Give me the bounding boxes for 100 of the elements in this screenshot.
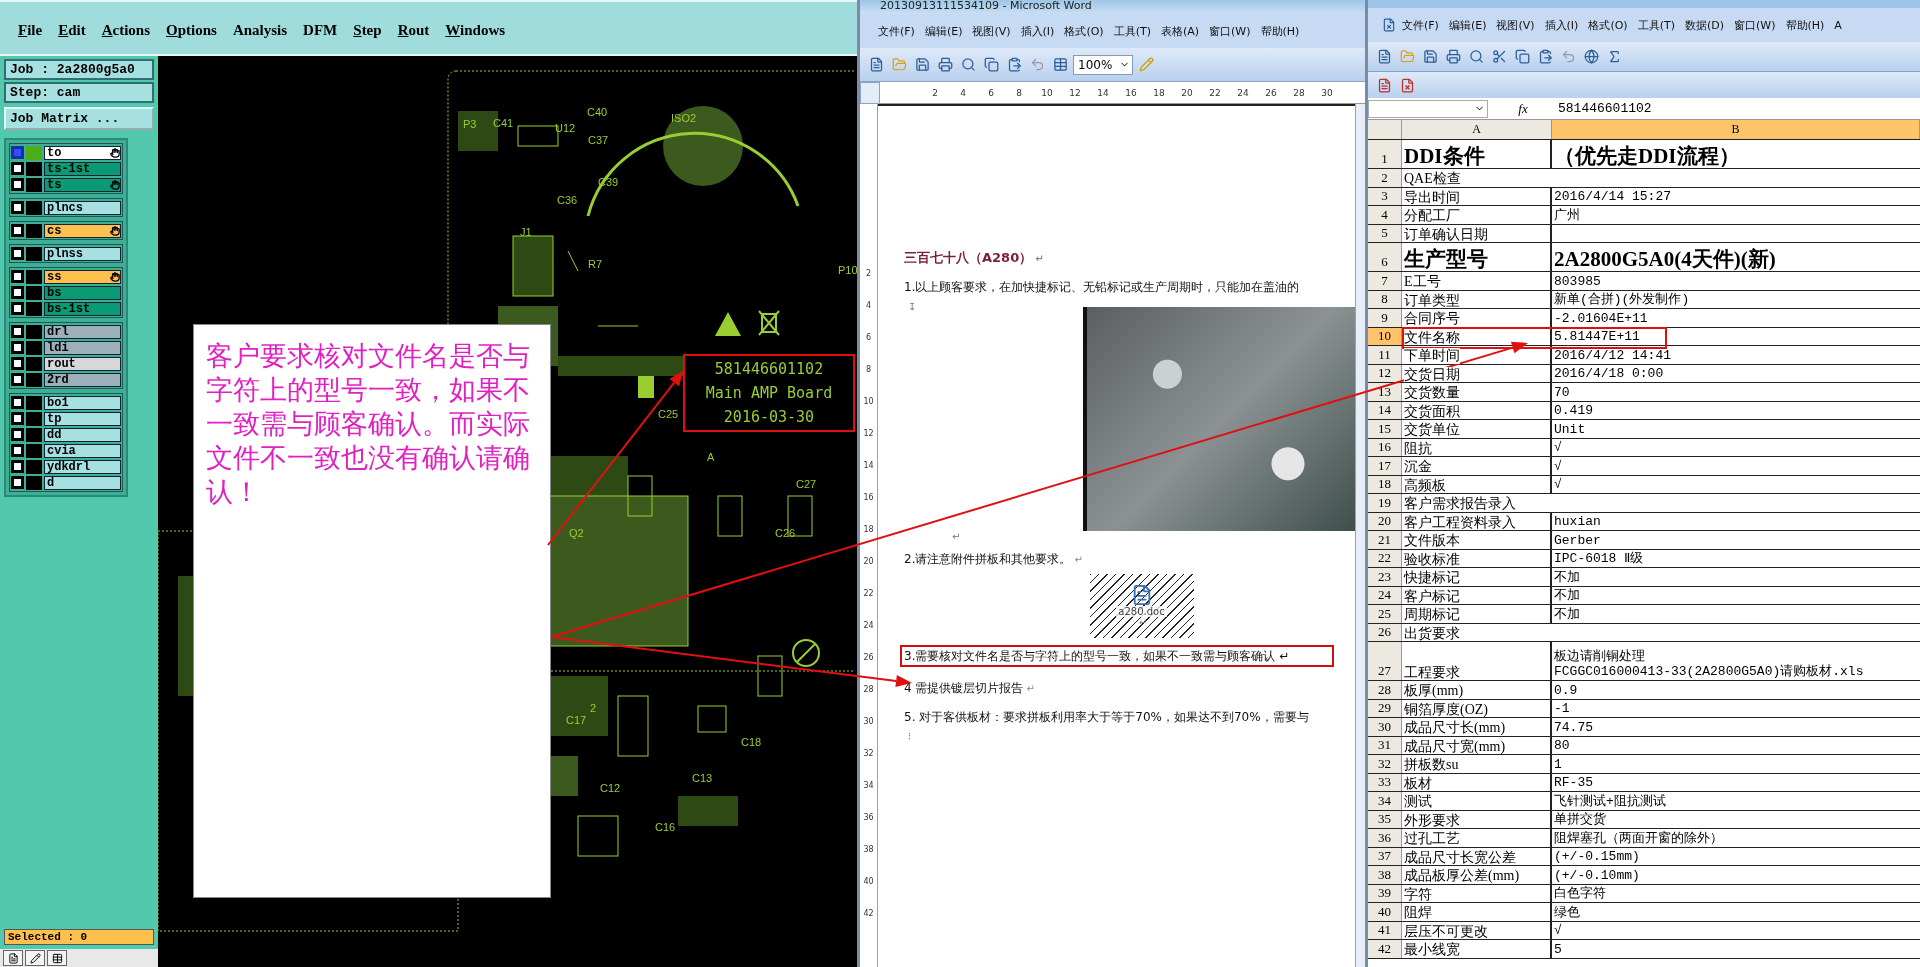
menu-item[interactable]: Step: [345, 21, 390, 39]
menu-item[interactable]: 编辑(E): [1444, 17, 1491, 33]
row-header[interactable]: 36: [1368, 829, 1402, 847]
layer-checkbox[interactable]: [11, 412, 24, 425]
layer-name[interactable]: drl: [44, 324, 121, 339]
layer-name[interactable]: plnss: [44, 246, 121, 261]
row-header[interactable]: 28: [1368, 681, 1402, 699]
menu-item[interactable]: 帮助(H): [1781, 17, 1829, 33]
row-header[interactable]: 25: [1368, 605, 1402, 623]
row-header[interactable]: 2: [1368, 169, 1402, 187]
menu-item[interactable]: 格式(O): [1584, 17, 1632, 33]
layer-checkbox[interactable]: [11, 224, 24, 237]
menu-item[interactable]: 帮助(H): [1256, 23, 1304, 39]
layer-checkbox[interactable]: [11, 247, 24, 260]
scroll-bar[interactable]: [1355, 104, 1365, 967]
menu-item[interactable]: DFM: [295, 21, 346, 39]
menu-item[interactable]: 表格(A): [1156, 23, 1204, 39]
layer-checkbox[interactable]: [11, 476, 24, 489]
menu-item[interactable]: Edit: [50, 21, 94, 39]
layer-name[interactable]: ts-1st: [44, 161, 121, 176]
layer-checkbox[interactable]: [11, 373, 24, 386]
row-header[interactable]: 21: [1368, 531, 1402, 549]
layer-checkbox[interactable]: [11, 444, 24, 457]
row-header[interactable]: 19: [1368, 494, 1402, 512]
pencil-icon: [1138, 57, 1154, 72]
layer-name[interactable]: to: [44, 145, 121, 160]
toolbar-button[interactable]: [47, 950, 67, 966]
layer-checkbox[interactable]: [11, 302, 24, 315]
row-header[interactable]: 23: [1368, 568, 1402, 586]
row-header[interactable]: 32: [1368, 755, 1402, 773]
menu-item[interactable]: 工具(T): [1109, 23, 1155, 39]
layer-checkbox[interactable]: [11, 325, 24, 338]
menu-item[interactable]: File: [10, 21, 51, 39]
job-matrix-button[interactable]: Job Matrix ...: [4, 107, 154, 130]
menu-item[interactable]: 窗口(W): [1730, 17, 1780, 33]
row-header[interactable]: 6: [1368, 243, 1402, 271]
layer-name[interactable]: cvia: [44, 443, 121, 458]
layer-name[interactable]: rout: [44, 356, 121, 371]
menu-item[interactable]: 编辑(E): [920, 23, 967, 39]
layer-checkbox[interactable]: [11, 286, 24, 299]
layer-checkbox[interactable]: [11, 460, 24, 473]
row-header[interactable]: 40: [1368, 903, 1402, 921]
layer-name[interactable]: plncs: [44, 200, 121, 215]
column-header[interactable]: B: [1552, 120, 1920, 139]
layer-checkbox[interactable]: [11, 178, 24, 191]
menu-item[interactable]: 视图(V): [1492, 17, 1539, 33]
layer-checkbox[interactable]: [11, 162, 24, 175]
row-header[interactable]: 11: [1368, 346, 1402, 364]
layer-name[interactable]: ts: [44, 177, 121, 192]
menu-item[interactable]: 插入(I): [1540, 17, 1583, 33]
row-header[interactable]: 34: [1368, 792, 1402, 810]
row-header[interactable]: 9: [1368, 309, 1402, 327]
menu-item[interactable]: 格式(O): [1060, 23, 1108, 39]
layer-checkbox[interactable]: [11, 201, 24, 214]
menu-item[interactable]: 视图(V): [968, 23, 1015, 39]
menu-item[interactable]: Actions: [93, 21, 159, 39]
menu-item[interactable]: 窗口(W): [1205, 23, 1255, 39]
zoom-dropdown[interactable]: 100%: [1073, 54, 1133, 75]
row-header[interactable]: 4: [1368, 206, 1402, 224]
toolbar-button[interactable]: [3, 950, 23, 966]
insert-function-button[interactable]: fx: [1488, 100, 1558, 117]
layer-name[interactable]: d: [44, 475, 121, 490]
menu-item[interactable]: Windows: [437, 21, 514, 39]
layer-name[interactable]: tp: [44, 411, 121, 426]
menu-item[interactable]: 工具(T): [1633, 17, 1679, 33]
menu-item[interactable]: 插入(I): [1016, 23, 1059, 39]
row-header[interactable]: 1: [1368, 140, 1402, 168]
layer-name[interactable]: 2rd: [44, 372, 121, 387]
menu-item[interactable]: A: [1830, 18, 1846, 32]
menu-item[interactable]: 数据(D): [1680, 17, 1729, 33]
menu-item[interactable]: Rout: [389, 21, 438, 39]
layer-name[interactable]: bs-1st: [44, 301, 121, 316]
row-header[interactable]: 30: [1368, 718, 1402, 736]
row-header[interactable]: 38: [1368, 866, 1402, 884]
row-header[interactable]: 42: [1368, 940, 1402, 958]
menu-item[interactable]: Analysis: [224, 21, 296, 39]
formula-field[interactable]: 581446601102: [1558, 101, 1652, 116]
menu-item[interactable]: Options: [158, 21, 225, 39]
row-header[interactable]: 27: [1368, 642, 1402, 680]
layer-checkbox[interactable]: [11, 146, 24, 159]
layer-checkbox[interactable]: [11, 396, 24, 409]
row-header[interactable]: 17: [1368, 457, 1402, 475]
layer-name[interactable]: dd: [44, 427, 121, 442]
row-header[interactable]: 15: [1368, 420, 1402, 438]
row-header[interactable]: 13: [1368, 383, 1402, 401]
menu-item[interactable]: 文件(F): [1398, 17, 1443, 33]
layer-name[interactable]: ss: [44, 269, 121, 284]
column-header[interactable]: A: [1402, 120, 1552, 139]
layer-checkbox[interactable]: [11, 270, 24, 283]
layer-name[interactable]: ydkdrl: [44, 459, 121, 474]
toolbar-button[interactable]: [25, 950, 45, 966]
layer-name[interactable]: ldi: [44, 340, 121, 355]
layer-checkbox[interactable]: [11, 428, 24, 441]
layer-name[interactable]: bo1: [44, 395, 121, 410]
layer-checkbox[interactable]: [11, 341, 24, 354]
row-header[interactable]: 7: [1368, 272, 1402, 290]
layer-checkbox[interactable]: [11, 357, 24, 370]
layer-name[interactable]: bs: [44, 285, 121, 300]
menu-item[interactable]: 文件(F): [874, 23, 919, 39]
layer-name[interactable]: cs: [44, 223, 121, 238]
